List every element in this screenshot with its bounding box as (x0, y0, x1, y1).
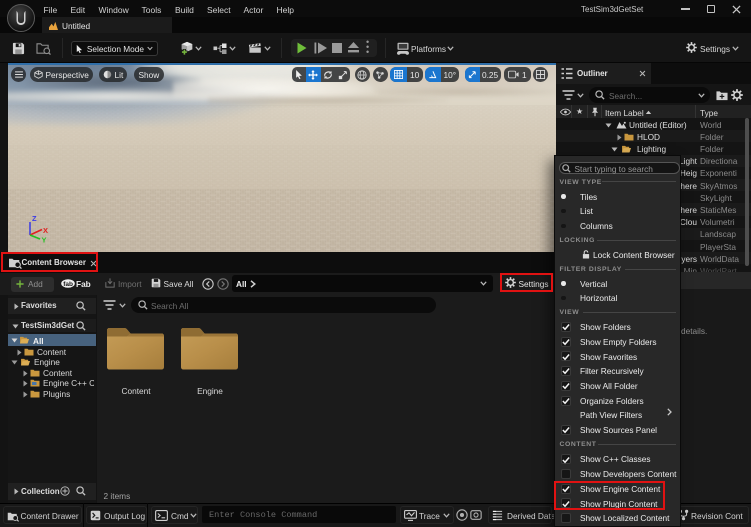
svg-text:Y: Y (42, 236, 47, 244)
svg-text:fab: fab (63, 281, 73, 288)
svg-text:X: X (43, 226, 48, 235)
svg-text:Z: Z (32, 214, 37, 223)
